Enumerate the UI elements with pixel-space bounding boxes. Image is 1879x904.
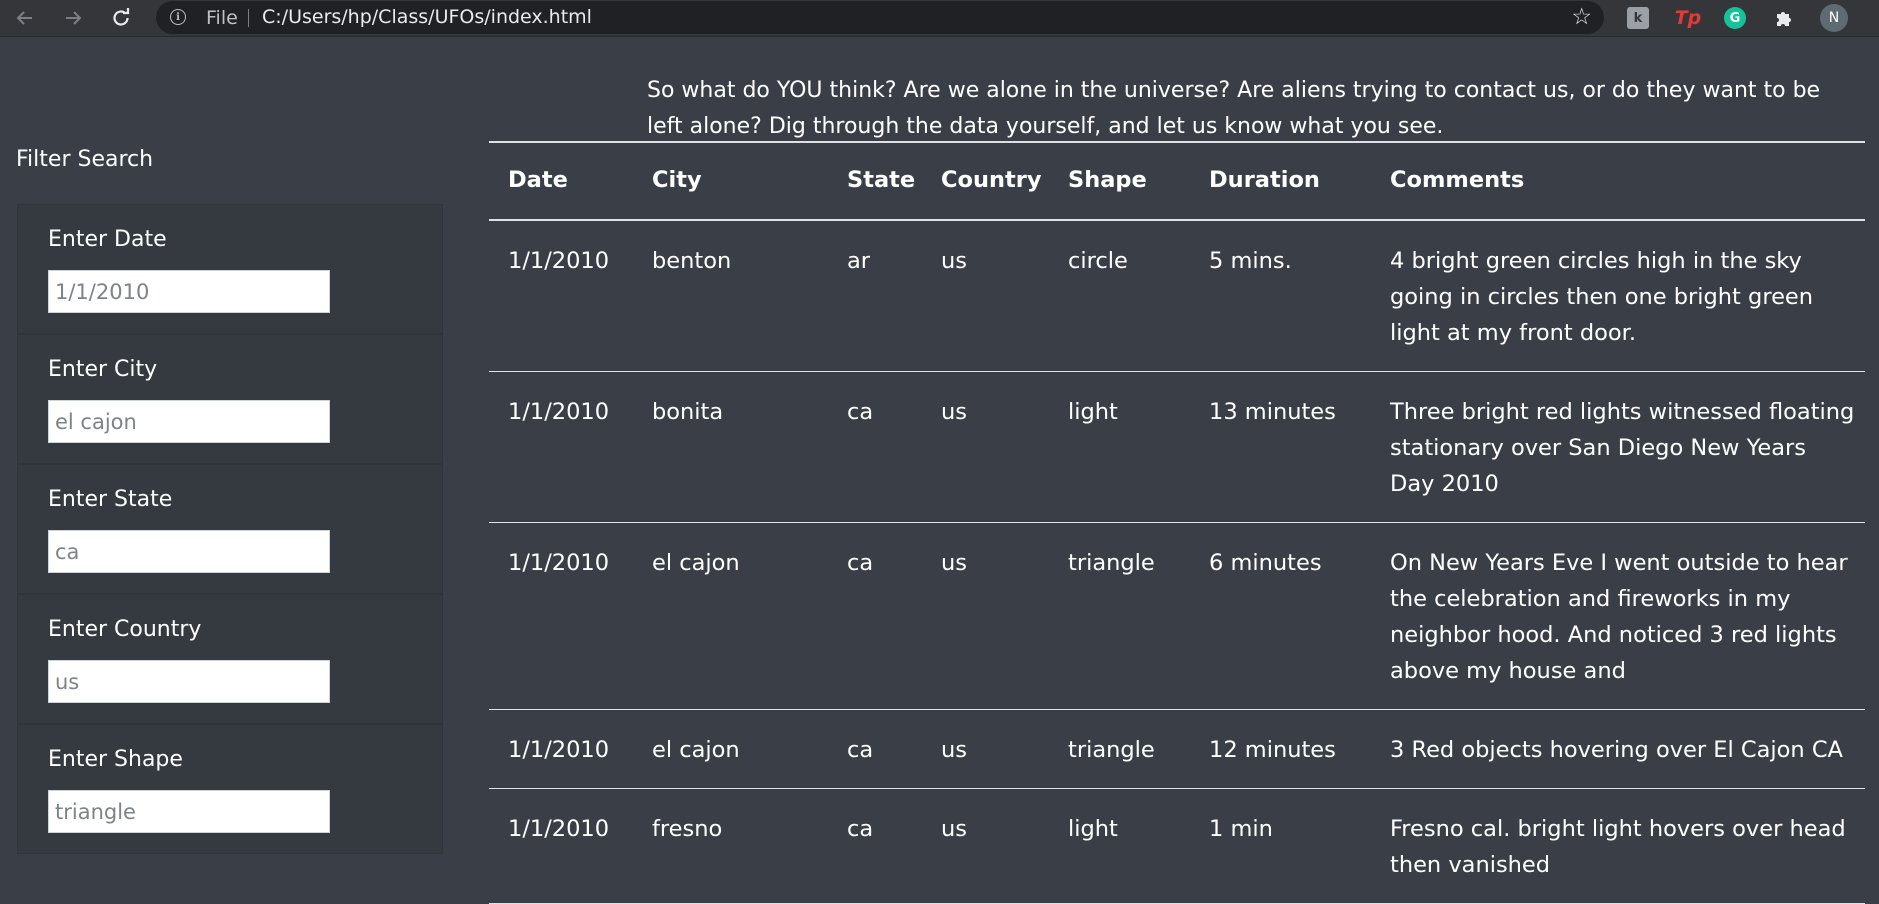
cell-date: 1/1/2010	[489, 788, 633, 904]
header-shape: Shape	[1049, 141, 1190, 221]
extension-k-icon[interactable]: k	[1627, 7, 1649, 29]
grammarly-icon[interactable]: G	[1724, 7, 1746, 29]
cell-comments: 4 bright green circles high in the sky g…	[1371, 220, 1865, 372]
table-row: 1/1/2010 bonita ca us light 13 minutes T…	[489, 371, 1865, 523]
url-scheme-label: File	[206, 7, 238, 29]
profile-avatar[interactable]: N	[1820, 4, 1848, 32]
cell-duration: 12 minutes	[1190, 709, 1371, 789]
url-separator	[248, 9, 249, 27]
cell-shape: circle	[1049, 220, 1190, 372]
cell-date: 1/1/2010	[489, 522, 633, 710]
cell-shape: light	[1049, 788, 1190, 904]
cell-city: bonita	[633, 371, 828, 523]
cell-date: 1/1/2010	[489, 371, 633, 523]
cell-duration: 6 minutes	[1190, 522, 1371, 710]
header-duration: Duration	[1190, 141, 1371, 221]
country-input[interactable]	[48, 660, 330, 703]
table-row: 1/1/2010 el cajon ca us triangle 6 minut…	[489, 522, 1865, 710]
header-date: Date	[489, 141, 633, 221]
filter-panel: Enter Date Enter City Enter State Enter …	[17, 204, 443, 856]
header-city: City	[633, 141, 828, 221]
url-text[interactable]: C:/Users/hp/Class/UFOs/index.html	[262, 6, 592, 28]
cell-duration: 1 min	[1190, 788, 1371, 904]
cell-comments: 3 Red objects hovering over El Cajon CA	[1371, 709, 1865, 789]
filter-item-state: Enter State	[17, 464, 443, 594]
cell-country: us	[922, 788, 1049, 904]
cell-comments: Three bright red lights witnessed floati…	[1371, 371, 1865, 523]
cell-state: ca	[828, 371, 922, 523]
cell-country: us	[922, 220, 1049, 372]
address-bar[interactable]: i File C:/Users/hp/Class/UFOs/index.html…	[156, 1, 1604, 34]
extension-tp-icon[interactable]: Tp	[1675, 6, 1702, 30]
table-row: 1/1/2010 el cajon ca us triangle 12 minu…	[489, 709, 1865, 789]
cell-duration: 5 mins.	[1190, 220, 1371, 372]
forward-arrow-icon[interactable]	[59, 4, 87, 32]
cell-country: us	[922, 709, 1049, 789]
cell-city: benton	[633, 220, 828, 372]
date-input[interactable]	[48, 270, 330, 313]
cell-date: 1/1/2010	[489, 709, 633, 789]
cell-state: ca	[828, 522, 922, 710]
cell-duration: 13 minutes	[1190, 371, 1371, 523]
cell-state: ca	[828, 709, 922, 789]
state-label: Enter State	[48, 487, 173, 512]
header-country: Country	[922, 141, 1049, 221]
date-label: Enter Date	[48, 227, 167, 252]
ufo-table-container: Date City State Country Shape Duration C…	[489, 141, 1865, 904]
cell-comments: Fresno cal. bright light hovers over hea…	[1371, 788, 1865, 904]
filter-search-heading: Filter Search	[16, 147, 154, 172]
cell-shape: triangle	[1049, 709, 1190, 789]
shape-input[interactable]	[48, 790, 330, 833]
country-label: Enter Country	[48, 617, 202, 642]
back-arrow-icon[interactable]	[11, 4, 39, 32]
intro-paragraph: So what do YOU think? Are we alone in th…	[647, 78, 1821, 139]
city-input[interactable]	[48, 400, 330, 443]
cell-state: ca	[828, 788, 922, 904]
filter-item-date: Enter Date	[17, 204, 443, 334]
browser-toolbar: i File C:/Users/hp/Class/UFOs/index.html…	[0, 0, 1879, 37]
state-input[interactable]	[48, 530, 330, 573]
filter-item-shape: Enter Shape	[17, 724, 443, 854]
header-state: State	[828, 141, 922, 221]
table-header-row: Date City State Country Shape Duration C…	[489, 141, 1865, 221]
cell-country: us	[922, 371, 1049, 523]
cell-city: el cajon	[633, 522, 828, 710]
city-label: Enter City	[48, 357, 158, 382]
cell-shape: triangle	[1049, 522, 1190, 710]
shape-label: Enter Shape	[48, 747, 183, 772]
table-row: 1/1/2010 fresno ca us light 1 min Fresno…	[489, 788, 1865, 904]
cell-city: el cajon	[633, 709, 828, 789]
reload-icon[interactable]	[107, 4, 135, 32]
header-comments: Comments	[1371, 141, 1865, 221]
info-icon[interactable]: i	[170, 9, 186, 25]
ufo-table: Date City State Country Shape Duration C…	[489, 141, 1865, 904]
bookmark-star-icon[interactable]: ☆	[1571, 4, 1592, 30]
cell-shape: light	[1049, 371, 1190, 523]
cell-comments: On New Years Eve I went outside to hear …	[1371, 522, 1865, 710]
cell-city: fresno	[633, 788, 828, 904]
filter-item-city: Enter City	[17, 334, 443, 464]
cell-country: us	[922, 522, 1049, 710]
filter-item-country: Enter Country	[17, 594, 443, 724]
cell-state: ar	[828, 220, 922, 372]
extensions-puzzle-icon[interactable]	[1772, 6, 1796, 30]
table-row: 1/1/2010 benton ar us circle 5 mins. 4 b…	[489, 220, 1865, 372]
cell-date: 1/1/2010	[489, 220, 633, 372]
